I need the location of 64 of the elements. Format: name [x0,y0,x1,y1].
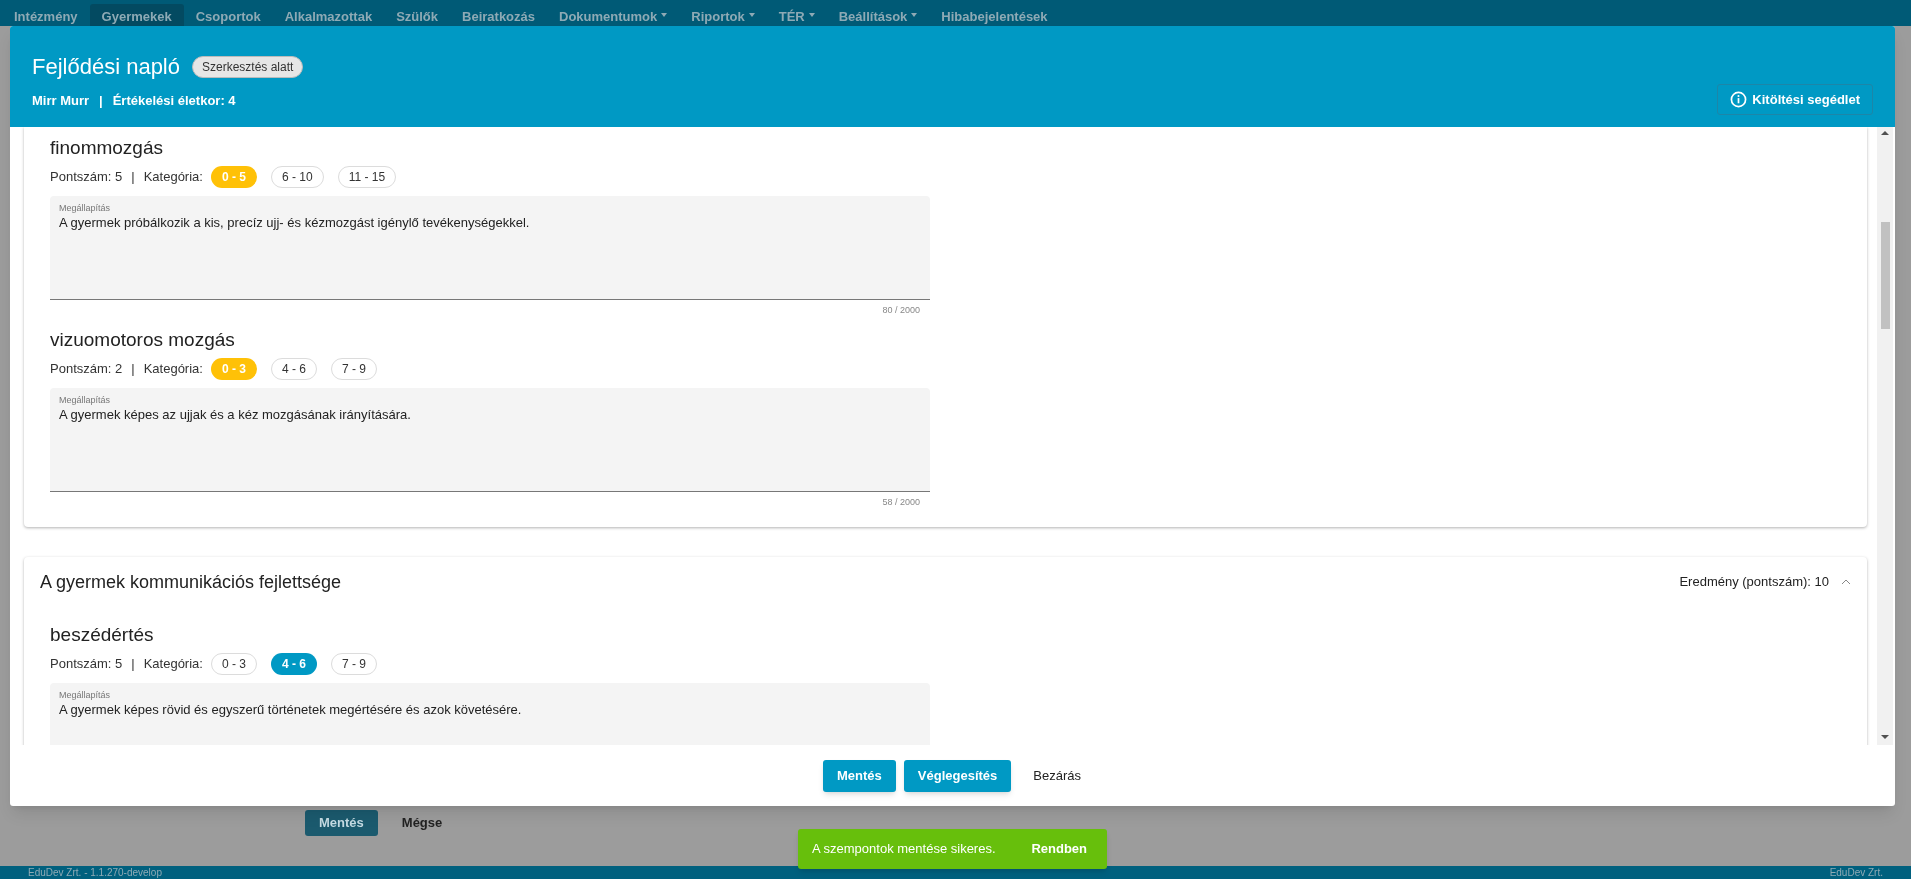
score-label: Pontszám: 2 [50,359,123,378]
status-badge: Szerkesztés alatt [192,55,304,78]
nav-item[interactable]: TÉR [766,4,827,26]
field-value: A gyermek képes az ujjak és a kéz mozgásának irányítására. [59,405,411,423]
field-value: A gyermek próbálkozik a kis, precíz ujj- és kézmozgást igénylő tevékenységekkel. [59,214,530,231]
criterion-title: vizuomotoros mozgás [50,327,235,352]
category-chip[interactable]: 0 - 3 [210,653,257,675]
category-label: Kategória: [143,168,203,187]
chevron-icon[interactable] [1841,579,1851,585]
nav-item[interactable]: Intézmény [2,4,90,26]
nav-item[interactable]: Gyermekek [89,4,184,26]
criterion-title: finommozgás [50,136,163,160]
separator: | [131,655,135,674]
character-counter: 58 / 2000 [882,495,920,509]
observation-field[interactable]: Megállapítás A gyermek képes az ujjak és a kéz mozgásának irányítására. [50,387,930,492]
category-chip[interactable]: 4 - 6 [270,653,317,675]
age-label: Értékelési életkor: 4 [112,92,236,110]
section-result: Eredmény (pontszám): 10 [1679,573,1829,592]
info-icon [1730,91,1748,108]
category-chip[interactable]: 6 - 10 [270,166,324,188]
category-label: Kategória: [143,655,203,674]
dialog-button[interactable]: Mentés [823,759,896,792]
dialog-title: Fejlődési napló [32,53,180,81]
footer-company: EduDev Zrt. [1829,866,1883,879]
nav-item[interactable]: Riportok [679,4,767,26]
observation-field[interactable]: Megállapítás A gyermek képes rövid és egyszerű történetek megértésére és azok követésére. [50,683,930,745]
nav-item[interactable]: Hibabejelentések [929,4,1060,26]
criterion-title: beszédértés [50,623,154,647]
separator: | [131,359,135,378]
field-value: A gyermek képes rövid és egyszerű történetek megértésére és azok követésére. [59,701,522,718]
scroll-down-icon[interactable] [1881,735,1889,739]
help-button[interactable]: Kitöltési segédlet [1717,84,1873,115]
separator: | [131,168,135,187]
observation-field[interactable]: Megállapítás A gyermek próbálkozik a kis, precíz ujj- és kézmozgást igénylő tevékenységekkel. [50,196,930,300]
nav-item[interactable]: Alkalmazottak [272,4,385,26]
field-label: Megállapítás [59,202,111,214]
nav-item[interactable]: Beiratkozás [450,4,547,26]
section-title: A gyermek kommunikációs fejlettsége [40,570,342,594]
background-button[interactable]: Mégse [387,810,457,836]
scroll-up-icon[interactable] [1881,131,1889,135]
score-label: Pontszám: 5 [50,168,123,187]
scrollbar[interactable] [1877,127,1893,745]
nav-item[interactable]: Beállítások [826,4,930,26]
category-label: Kategória: [143,359,203,378]
dialog-button[interactable]: Bezárás [1019,759,1095,792]
field-label: Megállapítás [59,393,111,406]
category-chip[interactable]: 7 - 9 [330,653,377,675]
nav-item[interactable]: Csoportok [183,4,273,26]
scroll-thumb[interactable] [1880,222,1890,329]
separator: | [99,92,103,110]
score-label: Pontszám: 5 [50,655,123,674]
nav-item[interactable]: Dokumentumok [547,4,680,26]
category-chip[interactable]: 11 - 15 [337,166,397,188]
toast-action[interactable]: Rendben [1025,839,1093,859]
category-chip[interactable]: 7 - 9 [330,357,377,380]
category-chip[interactable]: 4 - 6 [270,357,317,380]
footer-version: EduDev Zrt. - 1.1.270-develop [28,866,162,879]
nav-item[interactable]: Szülők [384,4,451,26]
dialog-button[interactable]: Véglegesítés [903,759,1012,792]
field-label: Megállapítás [59,689,111,701]
character-counter: 80 / 2000 [882,304,920,317]
toast-message: A szempontok mentése sikeres. [812,840,996,859]
background-button[interactable]: Mentés [305,810,378,836]
child-name: Mirr Murr [32,92,90,110]
